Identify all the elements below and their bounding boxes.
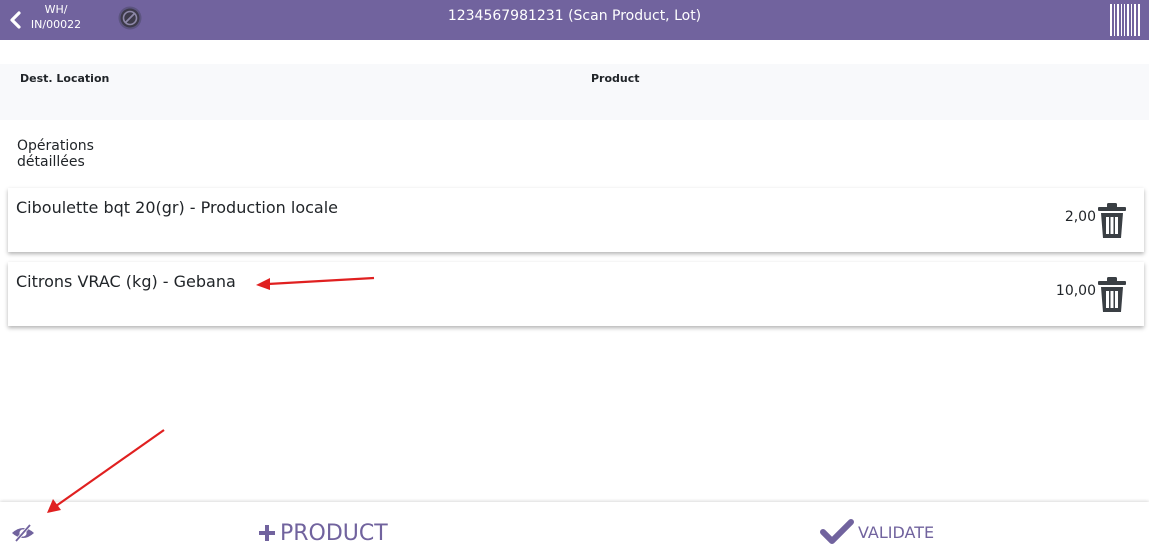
bottom-action-bar: PRODUCT VALIDATE: [0, 502, 1149, 558]
page-title: 1234567981231 (Scan Product, Lot): [447, 8, 702, 24]
dest-location-label: Dest. Location: [20, 72, 110, 85]
no-package-icon[interactable]: [117, 5, 143, 31]
add-product-button[interactable]: PRODUCT: [258, 518, 388, 548]
line-product-name: Citrons VRAC (kg) - Gebana: [16, 272, 236, 291]
move-line[interactable]: Citrons VRAC (kg) - Gebana 10,00: [8, 262, 1144, 326]
validate-button[interactable]: VALIDATE: [820, 516, 934, 548]
trash-icon[interactable]: [1096, 202, 1128, 240]
doc-ref-prefix: WH/: [44, 3, 68, 16]
product-label: Product: [591, 72, 640, 85]
validate-label: VALIDATE: [858, 522, 935, 542]
line-product-name: Ciboulette bqt 20(gr) - Production local…: [16, 198, 338, 217]
back-button[interactable]: [0, 0, 30, 40]
document-reference: WH/ IN/00022: [30, 2, 82, 32]
line-quantity: 2,00: [1064, 209, 1096, 225]
eye-slash-icon[interactable]: [10, 522, 36, 544]
add-product-label: PRODUCT: [280, 520, 388, 546]
section-title: Opérations détaillées: [17, 138, 94, 170]
trash-icon[interactable]: [1096, 276, 1128, 314]
plus-icon: [259, 525, 275, 541]
line-quantity: 10,00: [1055, 283, 1096, 299]
annotation-arrow: [47, 429, 165, 513]
check-icon: [820, 519, 854, 544]
chevron-left-icon: [10, 11, 21, 29]
location-product-band: Dest. Location Product: [0, 64, 1149, 120]
move-line[interactable]: Ciboulette bqt 20(gr) - Production local…: [8, 188, 1144, 252]
doc-ref-number: IN/00022: [30, 18, 82, 31]
barcode-icon[interactable]: [1109, 3, 1141, 37]
top-bar: WH/ IN/00022 1234567981231 (Scan Product…: [0, 0, 1149, 40]
